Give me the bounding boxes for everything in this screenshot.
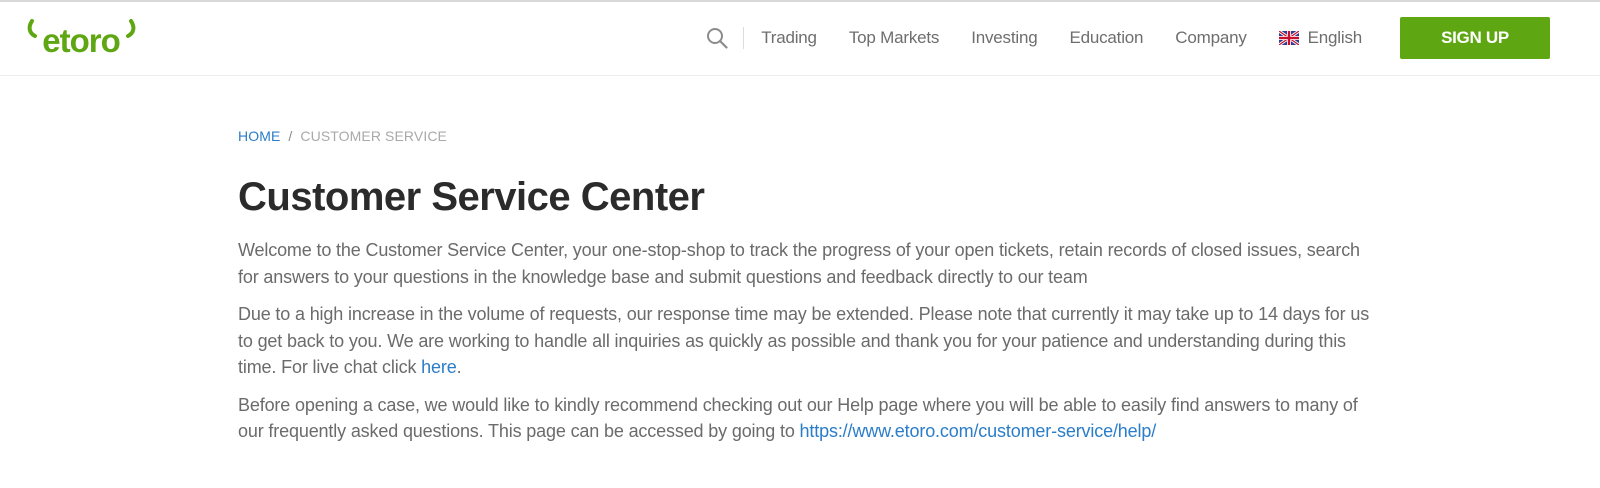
nav-top-markets[interactable]: Top Markets	[849, 28, 940, 48]
nav-education[interactable]: Education	[1069, 28, 1143, 48]
notice-end: .	[456, 357, 462, 377]
notice-paragraph: Due to a high increase in the volume of …	[238, 301, 1378, 381]
main-nav: Trading Top Markets Investing Education …	[705, 17, 1550, 59]
nav-trading[interactable]: Trading	[761, 28, 817, 48]
language-label: English	[1307, 28, 1363, 47]
intro-paragraph: Welcome to the Customer Service Center, …	[238, 240, 1360, 287]
breadcrumb-current: CUSTOMER SERVICE	[300, 128, 447, 144]
help-text: Before opening a case, we would like to …	[238, 394, 1358, 442]
notice-text: Due to a high increase in the volume of …	[238, 304, 1370, 377]
nav-investing[interactable]: Investing	[971, 28, 1037, 48]
main-content: HOME / CUSTOMER SERVICE Customer Service C…	[238, 120, 1378, 445]
live-chat-link[interactable]: here	[421, 357, 457, 377]
etoro-logo-icon: etoro	[27, 19, 136, 56]
search-button[interactable]	[705, 26, 729, 50]
sign-up-button[interactable]: SIGN UP	[1400, 17, 1550, 59]
svg-text:etoro: etoro	[42, 22, 120, 56]
uk-flag-icon	[1278, 31, 1299, 45]
top-navbar: etoro Trading Top Markets Investing Educ…	[0, 2, 1600, 76]
breadcrumb-home-link[interactable]: HOME	[238, 128, 280, 144]
nav-divider	[743, 27, 745, 49]
help-page-link[interactable]: https://www.etoro.com/customer-service/h…	[800, 421, 1157, 441]
search-icon	[707, 28, 728, 49]
breadcrumb-separator: /	[288, 128, 293, 144]
page-title: Customer Service Center	[238, 175, 705, 219]
nav-company[interactable]: Company	[1175, 28, 1247, 48]
help-paragraph: Before opening a case, we would like to …	[238, 392, 1378, 445]
language-selector[interactable]: English	[1278, 28, 1363, 48]
etoro-logo[interactable]: etoro	[26, 18, 138, 56]
breadcrumb: HOME / CUSTOMER SERVICE	[238, 128, 1378, 146]
